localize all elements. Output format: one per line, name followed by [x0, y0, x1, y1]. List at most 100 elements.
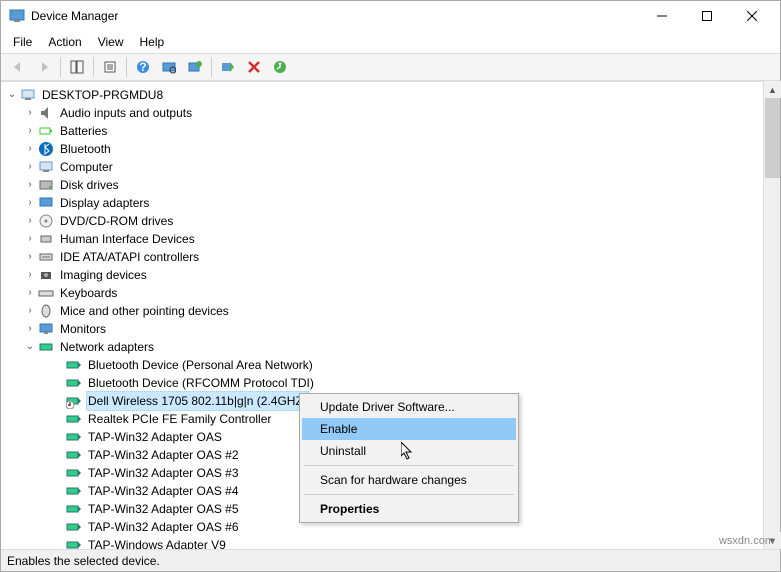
tree-device[interactable]: Bluetooth Device (Personal Area Network): [3, 356, 778, 374]
expand-icon[interactable]: ›: [23, 178, 37, 192]
tree-category[interactable]: › Imaging devices: [3, 266, 778, 284]
expand-icon[interactable]: ›: [23, 214, 37, 228]
tree-category[interactable]: › DVD/CD-ROM drives: [3, 212, 778, 230]
vertical-scrollbar[interactable]: ▲ ▼: [763, 81, 780, 549]
expand-icon[interactable]: ›: [23, 250, 37, 264]
network-adapter-icon: [66, 519, 82, 535]
expand-icon[interactable]: ›: [23, 232, 37, 246]
help-button[interactable]: ?: [131, 55, 155, 79]
collapse-icon[interactable]: ⌄: [23, 340, 37, 354]
category-label: IDE ATA/ATAPI controllers: [58, 248, 201, 266]
network-adapter-icon: [66, 537, 82, 549]
category-icon: [38, 303, 54, 319]
category-label: Batteries: [58, 122, 109, 140]
expand-icon[interactable]: ›: [23, 106, 37, 120]
tree-category[interactable]: ›Monitors: [3, 320, 778, 338]
ctx-enable[interactable]: Enable: [302, 418, 516, 440]
expand-icon[interactable]: ›: [23, 322, 37, 336]
forward-button[interactable]: [32, 55, 56, 79]
tree-category[interactable]: › Mice and other pointing devices: [3, 302, 778, 320]
menu-help[interactable]: Help: [132, 33, 173, 51]
expand-icon[interactable]: ›: [23, 286, 37, 300]
category-icon: [38, 105, 54, 121]
tree-category[interactable]: › Computer: [3, 158, 778, 176]
title-bar: Device Manager: [1, 1, 780, 31]
tree-category[interactable]: ⌄Network adapters: [3, 338, 778, 356]
menu-view[interactable]: View: [90, 33, 132, 51]
expand-icon[interactable]: ›: [23, 304, 37, 318]
refresh-button[interactable]: [268, 55, 292, 79]
network-adapter-icon: [66, 501, 82, 517]
collapse-icon[interactable]: ⌄: [5, 88, 19, 102]
network-adapter-icon: [66, 357, 82, 373]
device-label: TAP-Win32 Adapter OAS: [86, 428, 224, 446]
category-label: Mice and other pointing devices: [58, 302, 231, 320]
show-hide-tree-button[interactable]: [65, 55, 89, 79]
device-label: Dell Wireless 1705 802.11b|g|n (2.4GHZ): [86, 391, 309, 411]
network-adapter-icon: [66, 429, 82, 445]
tree-category[interactable]: ›Keyboards: [3, 284, 778, 302]
category-label: Computer: [58, 158, 115, 176]
close-button[interactable]: [729, 2, 774, 30]
tree-category[interactable]: ›Bluetooth: [3, 140, 778, 158]
tree-category[interactable]: › Display adapters: [3, 194, 778, 212]
network-adapter-icon: [66, 411, 82, 427]
tree-category[interactable]: ›Audio inputs and outputs: [3, 104, 778, 122]
category-icon: [38, 159, 54, 175]
category-icon: [38, 267, 54, 283]
toolbar-separator: [126, 57, 127, 77]
enable-button[interactable]: [216, 55, 240, 79]
expand-icon[interactable]: ›: [23, 196, 37, 210]
maximize-button[interactable]: [684, 2, 729, 30]
back-button[interactable]: [6, 55, 30, 79]
menu-action[interactable]: Action: [40, 33, 89, 51]
tree-root[interactable]: ⌄ DESKTOP-PRGMDU8: [3, 86, 778, 104]
category-icon: [38, 177, 54, 193]
tree-category[interactable]: › IDE ATA/ATAPI controllers: [3, 248, 778, 266]
minimize-button[interactable]: [639, 2, 684, 30]
expand-icon[interactable]: ›: [23, 124, 37, 138]
tree-category[interactable]: › Human Interface Devices: [3, 230, 778, 248]
properties-button[interactable]: [98, 55, 122, 79]
device-label: Bluetooth Device (Personal Area Network): [86, 356, 315, 374]
scroll-up-button[interactable]: ▲: [764, 81, 781, 98]
ctx-scan[interactable]: Scan for hardware changes: [302, 469, 516, 491]
menu-file[interactable]: File: [5, 33, 40, 51]
category-icon: [38, 321, 54, 337]
tree-category[interactable]: › Batteries: [3, 122, 778, 140]
toolbar: ?: [1, 53, 780, 81]
device-label: TAP-Win32 Adapter OAS #2: [86, 446, 241, 464]
category-icon: [38, 141, 54, 157]
tree-device[interactable]: TAP-Windows Adapter V9: [3, 536, 778, 549]
category-label: DVD/CD-ROM drives: [58, 212, 175, 230]
status-bar: Enables the selected device.: [1, 549, 780, 571]
expand-icon[interactable]: ›: [23, 160, 37, 174]
tree-device[interactable]: Bluetooth Device (RFCOMM Protocol TDI): [3, 374, 778, 392]
menu-bar: File Action View Help: [1, 31, 780, 53]
ctx-update-driver[interactable]: Update Driver Software...: [302, 396, 516, 418]
network-adapter-icon: [66, 375, 82, 391]
ctx-properties[interactable]: Properties: [302, 498, 516, 520]
toolbar-separator: [60, 57, 61, 77]
status-text: Enables the selected device.: [7, 554, 160, 568]
expand-icon[interactable]: ›: [23, 142, 37, 156]
category-icon: [38, 249, 54, 265]
computer-icon: [20, 87, 36, 103]
ctx-uninstall[interactable]: Uninstall: [302, 440, 516, 462]
network-adapter-icon: [66, 447, 82, 463]
uninstall-button[interactable]: [242, 55, 266, 79]
category-label: Imaging devices: [58, 266, 149, 284]
tree-category[interactable]: › Disk drives: [3, 176, 778, 194]
expand-icon[interactable]: ›: [23, 268, 37, 282]
svg-text:?: ?: [139, 60, 146, 74]
category-icon: [38, 195, 54, 211]
category-label: Disk drives: [58, 176, 121, 194]
tree-root-label: DESKTOP-PRGMDU8: [40, 86, 165, 104]
category-icon: [38, 339, 54, 355]
update-driver-button[interactable]: [183, 55, 207, 79]
device-label: TAP-Windows Adapter V9: [86, 536, 228, 549]
scrollbar-thumb[interactable]: [765, 98, 780, 178]
category-label: Human Interface Devices: [58, 230, 197, 248]
category-label: Display adapters: [58, 194, 151, 212]
scan-hardware-button[interactable]: [157, 55, 181, 79]
